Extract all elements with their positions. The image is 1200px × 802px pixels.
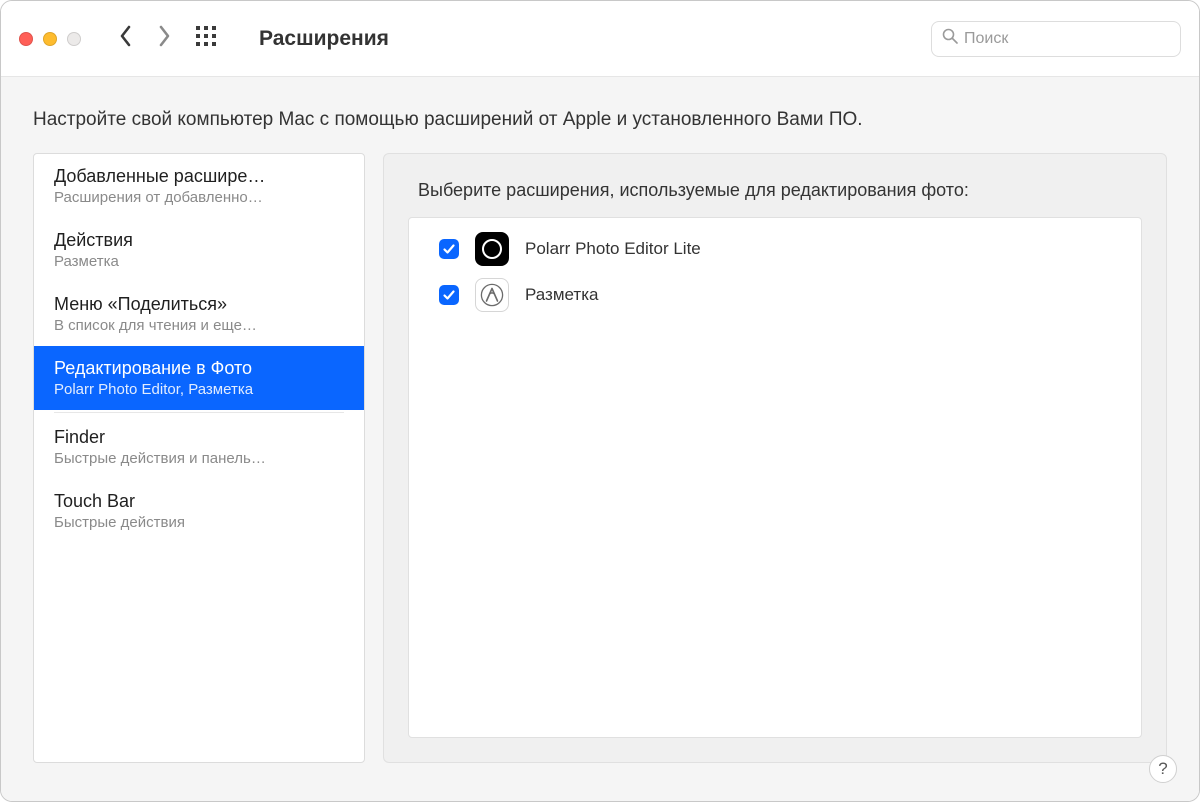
list-item-label: Polarr Photo Editor Lite <box>525 239 701 259</box>
minimize-button[interactable] <box>43 32 57 46</box>
search-input[interactable] <box>964 30 1171 48</box>
forward-button[interactable] <box>157 25 171 52</box>
sidebar-item-sublabel: Polarr Photo Editor, Разметка <box>54 381 344 398</box>
polarr-icon <box>475 232 509 266</box>
checkbox[interactable] <box>439 239 459 259</box>
list-item-label: Разметка <box>525 285 598 305</box>
sidebar-item-added-extensions[interactable]: Добавленные расшире… Расширения от добав… <box>34 154 364 218</box>
zoom-button[interactable] <box>67 32 81 46</box>
sidebar-item-sublabel: Быстрые действия <box>54 514 344 531</box>
panes: Добавленные расшире… Расширения от добав… <box>1 153 1199 791</box>
sidebar-item-share-menu[interactable]: Меню «Поделиться» В список для чтения и … <box>34 282 364 346</box>
search-icon <box>942 28 958 49</box>
sidebar-item-touch-bar[interactable]: Touch Bar Быстрые действия <box>34 479 364 543</box>
help-label: ? <box>1158 759 1167 779</box>
sidebar-item-label: Touch Bar <box>54 491 344 512</box>
sidebar-item-sublabel: В список для чтения и еще… <box>54 317 344 334</box>
sidebar-item-label: Добавленные расшире… <box>54 166 344 187</box>
intro-text: Настройте свой компьютер Mac с помощью р… <box>1 77 1199 153</box>
help-button[interactable]: ? <box>1149 755 1177 783</box>
sidebar-item-actions[interactable]: Действия Разметка <box>34 218 364 282</box>
extensions-list: Polarr Photo Editor Lite <box>408 217 1142 738</box>
nav-group <box>119 25 217 52</box>
window-controls <box>19 32 81 46</box>
body: Настройте свой компьютер Mac с помощью р… <box>1 77 1199 801</box>
divider <box>54 412 344 413</box>
sidebar-item-label: Меню «Поделиться» <box>54 294 344 315</box>
sidebar-item-label: Finder <box>54 427 344 448</box>
back-button[interactable] <box>119 25 133 52</box>
checkbox[interactable] <box>439 285 459 305</box>
sidebar-item-photo-editing[interactable]: Редактирование в Фото Polarr Photo Edito… <box>34 346 364 410</box>
preferences-window: Расширения Настройте свой компьютер Mac … <box>0 0 1200 802</box>
search-field[interactable] <box>931 21 1181 57</box>
close-button[interactable] <box>19 32 33 46</box>
sidebar: Добавленные расшире… Расширения от добав… <box>33 153 365 763</box>
page-title: Расширения <box>259 27 389 51</box>
detail-pane: Выберите расширения, используемые для ре… <box>383 153 1167 763</box>
sidebar-item-sublabel: Разметка <box>54 253 344 270</box>
list-item[interactable]: Разметка <box>409 272 1141 318</box>
sidebar-item-label: Действия <box>54 230 344 251</box>
titlebar: Расширения <box>1 1 1199 77</box>
sidebar-item-label: Редактирование в Фото <box>54 358 344 379</box>
list-item[interactable]: Polarr Photo Editor Lite <box>409 226 1141 272</box>
sidebar-item-finder[interactable]: Finder Быстрые действия и панель… <box>34 415 364 479</box>
sidebar-item-sublabel: Расширения от добавленно… <box>54 189 344 206</box>
detail-heading: Выберите расширения, используемые для ре… <box>418 180 1142 201</box>
show-all-button[interactable] <box>195 25 217 52</box>
markup-icon <box>475 278 509 312</box>
sidebar-item-sublabel: Быстрые действия и панель… <box>54 450 344 467</box>
